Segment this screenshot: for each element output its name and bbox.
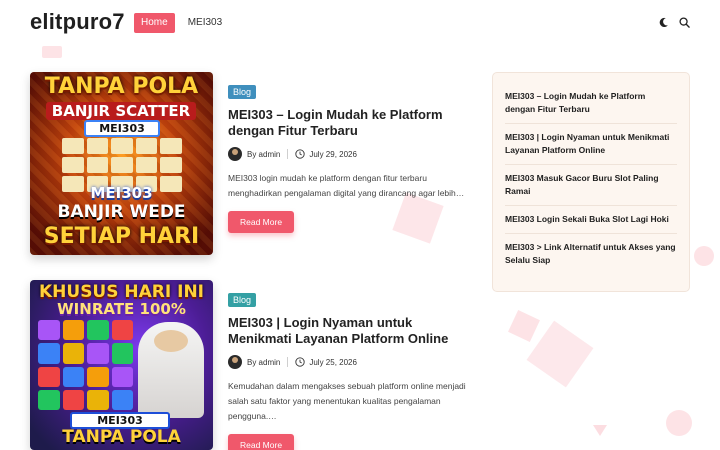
post-excerpt: MEI303 login mudah ke platform dengan fi… xyxy=(228,173,465,198)
meta-divider xyxy=(287,149,289,159)
post-date: July 25, 2026 xyxy=(309,357,357,367)
post-thumbnail[interactable]: KHUSUS HARI INI WINRATE 100% MEI303 TANP… xyxy=(30,280,213,450)
meta-divider xyxy=(287,357,289,367)
decor-shape xyxy=(694,246,714,266)
category-badge[interactable]: Blog xyxy=(228,85,257,99)
post-card: KHUSUS HARI INI WINRATE 100% MEI303 TANP… xyxy=(30,280,470,450)
post-author[interactable]: By admin xyxy=(247,358,280,367)
post-date: July 29, 2026 xyxy=(309,149,357,159)
thumb-line3: BANJIR WEDE xyxy=(57,202,186,222)
thumb-badge: MEI303 xyxy=(84,120,160,137)
thumb-headline: KHUSUS HARI INI xyxy=(38,282,204,302)
read-more-button[interactable]: Read More xyxy=(228,211,295,233)
thumb-brand: MEI303 xyxy=(90,184,153,202)
post-title[interactable]: MEI303 – Login Mudah ke Platform dengan … xyxy=(228,107,472,139)
site-title[interactable]: elitpuro7 xyxy=(30,9,125,35)
post-title[interactable]: MEI303 | Login Nyaman untuk Menikmati La… xyxy=(228,315,472,347)
thumb-bottom: TANPA POLA xyxy=(62,427,181,447)
thumb-subline: WINRATE 100% xyxy=(57,300,186,318)
sidebar-post-link[interactable]: MEI303 – Login Mudah ke Platform dengan … xyxy=(505,83,677,124)
nav-item-home[interactable]: Home xyxy=(134,13,175,33)
thumb-bottom: SETIAP HARI xyxy=(43,224,200,249)
decor-shape xyxy=(526,320,594,388)
clock-icon xyxy=(295,149,306,159)
category-badge[interactable]: Blog xyxy=(228,293,257,307)
decor-shape xyxy=(42,46,62,58)
avatar xyxy=(228,147,242,161)
recent-posts-sidebar: MEI303 – Login Mudah ke Platform dengan … xyxy=(492,72,690,292)
post-meta: By admin July 29, 2026 xyxy=(228,147,472,161)
post-card: TANPA POLA BANJIR SCATTER MEI303 MEI303 … xyxy=(30,72,472,255)
post-thumbnail[interactable]: TANPA POLA BANJIR SCATTER MEI303 MEI303 … xyxy=(30,72,213,255)
post-excerpt: Kemudahan dalam mengakses sebuah platfor… xyxy=(228,381,466,421)
thumb-subline: BANJIR SCATTER xyxy=(46,102,196,120)
sidebar-post-link[interactable]: MEI303 > Link Alternatif untuk Akses yan… xyxy=(505,234,677,274)
read-more-button[interactable]: Read More xyxy=(228,434,295,450)
moon-icon[interactable] xyxy=(658,17,669,28)
header-icons xyxy=(658,17,690,28)
sidebar-post-link[interactable]: MEI303 Masuk Gacor Buru Slot Paling Rama… xyxy=(505,165,677,206)
decor-shape xyxy=(508,310,540,342)
decor-shape xyxy=(593,425,607,436)
site-header: elitpuro7 Home MEI303 xyxy=(0,0,720,46)
search-icon[interactable] xyxy=(679,17,690,28)
post-meta: By admin July 25, 2026 xyxy=(228,355,472,369)
avatar xyxy=(228,355,242,369)
sidebar-post-link[interactable]: MEI303 | Login Nyaman untuk Menikmati La… xyxy=(505,124,677,165)
sidebar-post-link[interactable]: MEI303 Login Sekali Buka Slot Lagi Hoki xyxy=(505,206,677,234)
nav-item-mei303[interactable]: MEI303 xyxy=(181,13,229,33)
thumb-headline: TANPA POLA xyxy=(44,74,199,99)
post-author[interactable]: By admin xyxy=(247,150,280,159)
main-nav: Home MEI303 xyxy=(134,13,229,33)
decor-shape xyxy=(666,410,692,436)
clock-icon xyxy=(295,357,306,367)
